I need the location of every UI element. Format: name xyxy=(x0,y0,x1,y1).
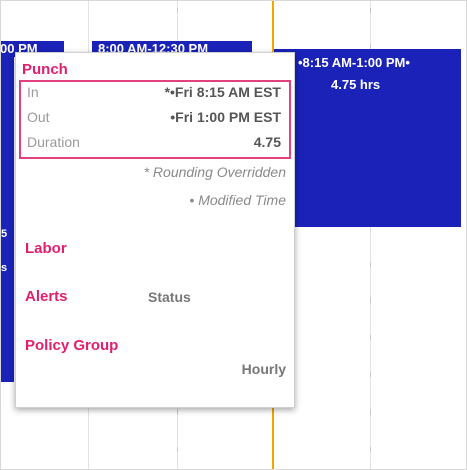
view-border xyxy=(0,0,467,470)
schedule-canvas: 00 PM 5 s 8:00 AM-12:30 PM •8:15 AM-1:00… xyxy=(0,0,467,470)
